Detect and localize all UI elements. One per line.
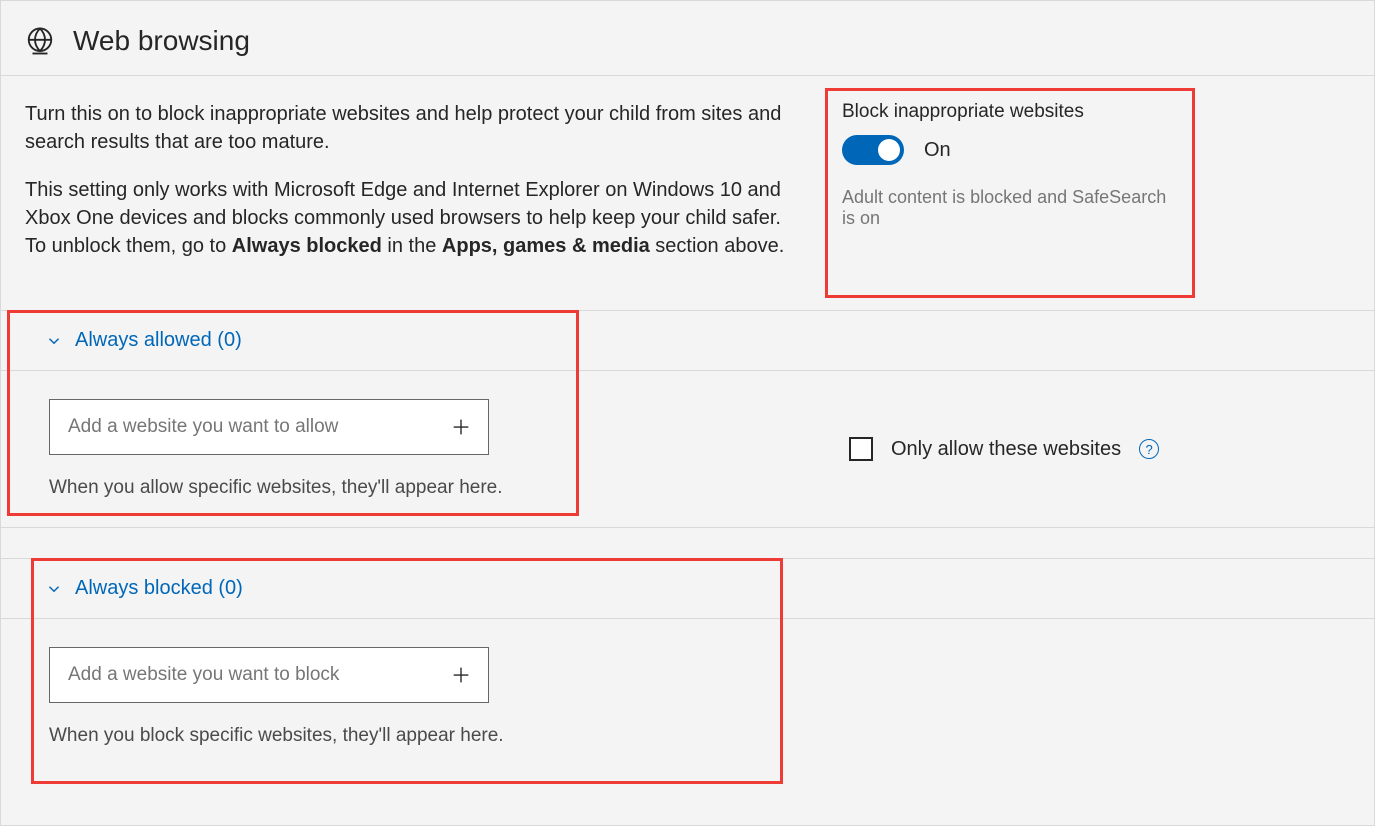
section-header: Web browsing [1,1,1374,76]
intro-paragraph-1: Turn this on to block inappropriate webs… [25,100,795,156]
always-allowed-label: Always allowed (0) [75,329,242,352]
block-toggle-switch[interactable] [842,135,904,165]
allow-hint: When you allow specific websites, they'l… [49,477,789,499]
intro-text-column: Turn this on to block inappropriate webs… [25,100,795,298]
allow-website-input[interactable] [66,415,450,439]
always-blocked-left: When you block specific websites, they'l… [49,647,789,747]
chevron-down-icon [45,580,63,598]
only-allow-label: Only allow these websites [891,438,1121,461]
intro-row: Turn this on to block inappropriate webs… [1,76,1374,298]
only-allow-checkbox[interactable] [849,437,873,461]
help-icon[interactable]: ? [1139,439,1159,459]
plus-icon[interactable] [450,664,472,686]
always-blocked-header[interactable]: Always blocked (0) [1,558,1374,619]
always-blocked-body: When you block specific websites, they'l… [1,619,1374,775]
allow-website-input-wrap[interactable] [49,399,489,455]
block-hint: When you block specific websites, they'l… [49,725,789,747]
block-website-input-wrap[interactable] [49,647,489,703]
always-allowed-left: When you allow specific websites, they'l… [49,399,789,499]
always-allowed-section: Always allowed (0) When you allow specif… [1,310,1374,528]
blocked-right-spacer [849,647,1209,747]
block-toggle-row: On [842,135,1178,165]
intro-p2-suffix: section above. [650,235,785,257]
intro-p2-bold-2: Apps, games & media [442,235,650,257]
toggle-column: Block inappropriate websites On Adult co… [835,100,1195,298]
only-allow-row: Only allow these websites ? [849,399,1209,499]
block-website-input[interactable] [66,663,450,687]
web-browsing-settings: Web browsing Turn this on to block inapp… [0,0,1375,826]
intro-p2-bold-1: Always blocked [232,235,382,257]
block-toggle-card: Block inappropriate websites On Adult co… [838,101,1182,229]
block-toggle-title: Block inappropriate websites [842,101,1178,123]
always-allowed-body: When you allow specific websites, they'l… [1,371,1374,528]
block-toggle-highlight: Block inappropriate websites On Adult co… [825,88,1195,298]
block-toggle-state: On [924,139,951,162]
plus-icon[interactable] [450,416,472,438]
intro-p2-mid: in the [382,235,442,257]
always-allowed-header[interactable]: Always allowed (0) [1,310,1374,371]
block-toggle-subtitle: Adult content is blocked and SafeSearch … [842,187,1178,229]
section-title: Web browsing [73,25,250,57]
always-blocked-label: Always blocked (0) [75,577,243,600]
globe-icon [25,26,55,56]
chevron-down-icon [45,332,63,350]
always-blocked-section: Always blocked (0) When you block specif… [1,558,1374,775]
toggle-knob [878,139,900,161]
intro-paragraph-2: This setting only works with Microsoft E… [25,176,795,260]
